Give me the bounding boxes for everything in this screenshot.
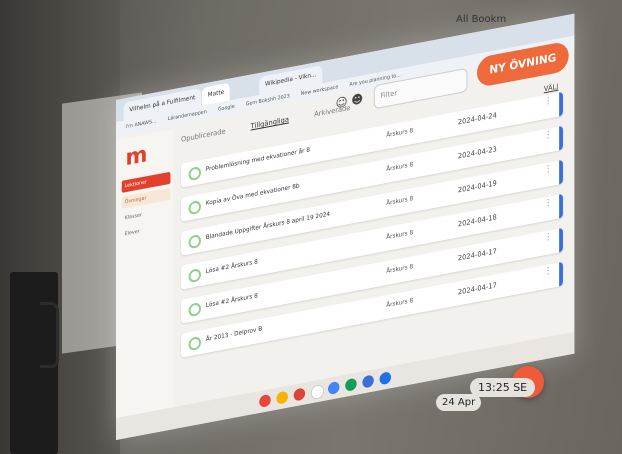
more-options-icon[interactable]: ⋮	[544, 198, 553, 210]
bookmark[interactable]: New workspace	[301, 84, 338, 97]
row-accent	[559, 91, 563, 117]
bookmark[interactable]: Lärandemappen	[168, 109, 207, 122]
exercise-date: 2024-04-17	[457, 247, 497, 263]
progress-ring-icon	[188, 267, 201, 284]
more-options-icon[interactable]: ⋮	[544, 266, 553, 278]
progress-ring-icon	[188, 335, 201, 352]
files-icon[interactable]	[276, 390, 288, 405]
settings-icon[interactable]	[362, 374, 374, 389]
exercise-title: Problemlösning med ekvationer år 8	[205, 146, 310, 174]
exercise-class: Årskurs 8	[386, 127, 414, 140]
gmail-icon[interactable]	[310, 383, 325, 401]
exercise-class: Årskurs 8	[386, 263, 414, 276]
sidebar: m Lektioner Övningar Klasser Elever	[116, 129, 174, 440]
exercise-class: Årskurs 8	[386, 195, 414, 208]
exercise-title: Blandade Uppgifter Årskurs 8 april 19 20…	[205, 210, 331, 242]
more-options-icon[interactable]: ⋮	[544, 232, 553, 244]
bookmark[interactable]: Gem Bokshh 2023	[246, 93, 290, 107]
row-accent	[559, 159, 563, 185]
meet-icon[interactable]	[379, 371, 392, 386]
row-accent	[559, 261, 563, 287]
bookmark[interactable]: Google	[218, 104, 235, 113]
all-bookmarks[interactable]: All Bookm	[456, 14, 506, 25]
tab-opublicerade[interactable]: Opublicerade	[181, 127, 226, 143]
more-options-icon[interactable]: ⋮	[544, 130, 553, 142]
exercise-date: 2024-04-17	[457, 281, 497, 297]
drive-icon[interactable]	[328, 380, 340, 396]
progress-ring-icon	[188, 199, 201, 216]
select-link[interactable]: VÄLJ	[544, 83, 558, 94]
system-clock[interactable]: 13:25 SE	[470, 378, 536, 397]
row-accent	[559, 193, 563, 219]
exercise-class: Årskurs 8	[386, 297, 414, 310]
exercise-date: 2024-04-24	[457, 111, 497, 127]
exercise-class: Årskurs 8	[386, 161, 414, 174]
group-icon[interactable]: ☻	[351, 91, 363, 107]
sheets-icon[interactable]	[345, 377, 357, 392]
exercise-class: Årskurs 8	[386, 229, 414, 242]
exercise-title: År 2013 - Delprov B	[205, 325, 263, 344]
exercise-title: Lösa #2 Årskurs 8	[205, 292, 258, 310]
row-accent	[559, 227, 563, 253]
app-logo[interactable]: m	[126, 142, 148, 171]
exercise-date: 2024-04-18	[457, 213, 497, 229]
exercise-date: 2024-04-23	[457, 145, 497, 161]
exercise-date: 2024-04-19	[457, 179, 497, 195]
tab-tillgangliga[interactable]: Tillgängliga	[251, 115, 289, 130]
clock-locale: SE	[513, 381, 528, 394]
photos-icon[interactable]	[293, 387, 306, 402]
exercise-title: Lösa #2 Årskurs 8	[205, 258, 258, 276]
row-accent	[559, 125, 563, 151]
more-options-icon[interactable]: ⋮	[544, 164, 553, 176]
person-icon[interactable]: ☺	[336, 94, 348, 110]
exercise-title: Kopia av Öva med ekvationer 8b	[205, 182, 300, 208]
progress-ring-icon	[188, 301, 201, 318]
chrome-icon[interactable]	[259, 393, 271, 408]
clock-time: 13:25	[478, 381, 510, 394]
progress-ring-icon	[188, 165, 201, 182]
projected-screen: Vilhelm på a Fulfilment Matte Wikipedia …	[116, 13, 575, 440]
more-options-icon[interactable]: ⋮	[544, 96, 553, 108]
bookmark[interactable]: I'm ANAWS...	[126, 118, 157, 130]
system-date[interactable]: 24 Apr	[436, 394, 482, 411]
progress-ring-icon	[188, 233, 201, 250]
